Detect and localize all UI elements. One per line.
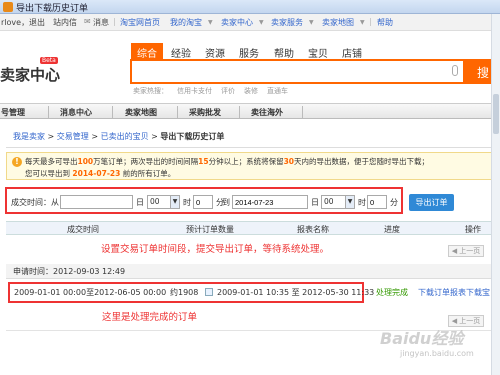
divider <box>48 106 49 118</box>
chevron-down-icon[interactable]: ▼ <box>208 19 213 26</box>
annotation-2: 这里是处理完成的订单 <box>102 312 198 323</box>
divider <box>112 106 113 118</box>
col-order-count: 预计订单数量 <box>186 225 234 234</box>
user-link[interactable]: rlove，退出 <box>1 17 45 28</box>
table-header: 成交时间 预计订单数量 报表名称 进度 操作 <box>6 221 492 235</box>
prev-page-button[interactable]: ◀ 上一页 <box>448 245 484 257</box>
end-hour-select[interactable]: 00 ▼ <box>321 195 355 209</box>
request-time: 申请时间：2012-09-03 12:49 <box>13 267 126 276</box>
chevron-down-icon[interactable]: ▼ <box>345 196 354 208</box>
my-taobao-menu[interactable]: 我的淘宝 <box>170 17 202 28</box>
day-label: 日 <box>311 198 319 207</box>
end-date-input[interactable] <box>232 195 308 209</box>
site-message-link[interactable]: 站内信 <box>53 17 77 28</box>
hot-term[interactable]: 信用卡支付 <box>177 87 212 95</box>
microphone-icon[interactable] <box>452 65 458 76</box>
breadcrumb-sep: > <box>151 132 158 141</box>
row-status: 处理完成 <box>376 288 408 297</box>
search-tab-general[interactable]: 综合 <box>131 43 163 60</box>
seller-center-logo[interactable]: 卖家中心 <box>0 64 60 85</box>
breadcrumb-sold-items[interactable]: 已卖出的宝贝 <box>101 132 149 141</box>
hot-term[interactable]: 装修 <box>244 87 258 95</box>
hour-label: 时 <box>358 198 366 207</box>
col-progress: 进度 <box>384 225 400 234</box>
divider <box>302 106 303 118</box>
notice-line-1: 每天最多可导出100万笔订单；两次导出的时间间隔15分钟以上；系统将保留30天内… <box>25 157 430 166</box>
search-tab-resources[interactable]: 资源 <box>199 43 231 60</box>
menu-wholesale[interactable]: 采购批发 <box>189 107 221 118</box>
window-titlebar: 导出下载历史订单 <box>0 0 500 14</box>
menu-sitemap[interactable]: 卖家地图 <box>125 107 157 118</box>
divider <box>6 147 492 148</box>
to-label: 到 <box>222 198 230 207</box>
search-tab-services[interactable]: 服务 <box>233 43 265 60</box>
start-minute-input[interactable] <box>193 195 213 209</box>
watermark-url: jingyan.baidu.com <box>400 349 474 358</box>
separator: | <box>113 17 116 26</box>
breadcrumb-sep: > <box>47 132 55 141</box>
home-link[interactable]: 淘宝网首页 <box>120 17 160 28</box>
breadcrumb: 我是卖家 > 交易管理 > 已卖出的宝贝 > 导出下载历史订单 <box>13 131 224 142</box>
top-navbar: rlove，退出 站内信 ✉ 消息 | 淘宝网首页 我的淘宝 ▼ 卖家中心 ▼ … <box>0 14 500 31</box>
seller-center-menu[interactable]: 卖家中心 <box>221 17 253 28</box>
report-file-icon <box>205 288 213 296</box>
breadcrumb-seller[interactable]: 我是卖家 <box>13 132 45 141</box>
app-icon <box>3 2 13 12</box>
day-label: 日 <box>136 198 144 207</box>
col-trade-time: 成交时间 <box>67 225 99 234</box>
search-tab-shops[interactable]: 店铺 <box>336 43 368 60</box>
row-time-range: 2009-01-01 00:00至2012-06-05 00:00 <box>14 288 167 297</box>
download-report-link[interactable]: 下载订单报表 <box>418 287 466 298</box>
vertical-scrollbar[interactable] <box>491 14 500 375</box>
chevron-down-icon[interactable]: ▼ <box>170 196 179 208</box>
end-minute-input[interactable] <box>367 195 387 209</box>
breadcrumb-sep: > <box>91 132 99 141</box>
separator: | <box>369 17 372 26</box>
search-tab-help[interactable]: 帮助 <box>268 43 300 60</box>
window-title: 导出下载历史订单 <box>16 4 89 14</box>
annotation-1: 设置交易订单时间段，提交导出订单，等待系统处理。 <box>101 244 330 255</box>
search-tab-experience[interactable]: 经验 <box>165 43 197 60</box>
chevron-down-icon[interactable]: ▼ <box>259 19 264 26</box>
start-date-input[interactable] <box>60 195 133 209</box>
hot-term[interactable]: 直通车 <box>267 87 288 95</box>
info-icon: ! <box>12 157 22 167</box>
row-order-count: 约1908 <box>170 288 199 297</box>
row-report-name: 2009-01-01 10:35 至 2012-05-30 11:33 <box>217 288 375 297</box>
sitemap-menu[interactable]: 卖家地图 <box>322 17 354 28</box>
export-orders-button[interactable]: 导出订单 <box>409 194 454 211</box>
chevron-down-icon[interactable]: ▼ <box>360 19 365 26</box>
hot-searches: 卖家热搜： 信用卡支付 评价 装修 直通车 <box>133 86 297 96</box>
search-input[interactable] <box>130 59 465 84</box>
minute-label: 分 <box>390 198 398 207</box>
menu-overseas[interactable]: 卖往海外 <box>251 107 283 118</box>
time-label: 成交时间：从 <box>11 198 59 207</box>
mail-icon[interactable]: ✉ <box>84 17 91 26</box>
chevron-down-icon[interactable]: ▼ <box>309 19 314 26</box>
start-hour-select[interactable]: 00 ▼ <box>147 195 180 209</box>
main-menu: 号管理 消息中心 卖家地图 采购批发 卖往海外 <box>0 103 500 119</box>
menu-account[interactable]: 号管理 <box>1 107 25 118</box>
divider <box>239 106 240 118</box>
seller-service-menu[interactable]: 卖家服务 <box>271 17 303 28</box>
hour-label: 时 <box>183 198 191 207</box>
notice-line-2: 您可以导出到 2014-07-23 前的所有订单。 <box>25 169 176 178</box>
menu-messages[interactable]: 消息中心 <box>60 107 92 118</box>
search-tab-items[interactable]: 宝贝 <box>302 43 334 60</box>
hot-term[interactable]: 评价 <box>221 87 235 95</box>
watermark-logo: Baidu经验 <box>380 329 464 348</box>
messages-link[interactable]: 消息 <box>93 17 109 28</box>
notice-box: ! 每天最多可导出100万笔订单；两次导出的时间间隔15分钟以上；系统将保留30… <box>6 152 492 180</box>
download-link-2[interactable]: 下载宝 <box>466 287 490 298</box>
col-report-name: 报表名称 <box>297 225 329 234</box>
help-link[interactable]: 帮助 <box>377 17 393 28</box>
hot-label: 卖家热搜： <box>133 87 168 95</box>
col-actions: 操作 <box>465 225 481 234</box>
beta-badge: Beta <box>40 57 58 64</box>
scrollbar-thumb[interactable] <box>493 94 499 134</box>
divider <box>177 106 178 118</box>
page-title: 导出下载历史订单 <box>160 132 225 141</box>
breadcrumb-trade-management[interactable]: 交易管理 <box>57 132 89 141</box>
